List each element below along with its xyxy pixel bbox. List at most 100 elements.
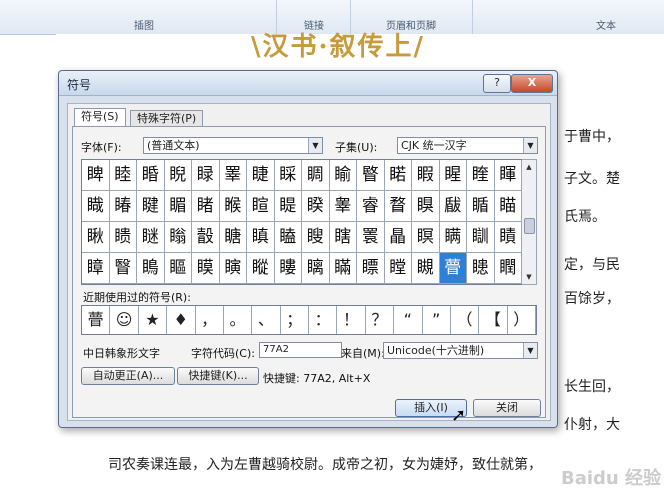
symbol-cell[interactable]: 睽 xyxy=(302,191,330,222)
symbol-cell[interactable]: 瞡 xyxy=(412,253,440,284)
symbol-cell[interactable]: 瞛 xyxy=(247,253,275,284)
recent-symbol-cell[interactable]: ？ xyxy=(366,306,395,334)
dialog-titlebar[interactable]: 符号 ? X xyxy=(59,71,557,96)
recent-symbol-cell[interactable]: ； xyxy=(281,306,309,334)
recent-symbol-cell[interactable]: ” xyxy=(423,306,451,334)
chevron-down-icon[interactable]: ▼ xyxy=(523,343,537,358)
close-button[interactable]: 关闭 xyxy=(473,399,541,417)
symbol-cell[interactable]: 睸 xyxy=(164,191,192,222)
help-button[interactable]: ? xyxy=(483,74,511,93)
symbol-cell[interactable]: 瞣 xyxy=(467,253,495,284)
tab-symbols[interactable]: 符号(S) xyxy=(74,108,126,127)
recent-symbol-cell[interactable]: “ xyxy=(394,306,423,334)
symbol-cell[interactable]: 瞈 xyxy=(164,222,192,253)
symbol-cell[interactable]: 瞊 xyxy=(219,222,247,253)
recent-symbol-cell[interactable]: 。 xyxy=(224,306,253,334)
close-icon[interactable]: X xyxy=(511,74,553,93)
symbol-cell[interactable]: 瞟 xyxy=(357,253,385,284)
symbol-cell[interactable]: 瞤 xyxy=(494,253,522,284)
symbol-cell[interactable]: 瞑 xyxy=(412,222,440,253)
recent-symbol-cell[interactable]: ！ xyxy=(337,306,366,334)
symbol-cell[interactable]: 瞌 xyxy=(274,222,302,253)
symbol-cell[interactable]: 瞒 xyxy=(439,222,467,253)
symbol-cell[interactable]: 睱 xyxy=(412,160,440,191)
scroll-up-icon[interactable]: ▲ xyxy=(522,161,536,173)
symbol-cell[interactable]: 瞏 xyxy=(357,222,385,253)
symbol-cell[interactable]: 睰 xyxy=(384,160,412,191)
scroll-thumb[interactable] xyxy=(524,218,535,234)
autocorrect-button[interactable]: 自动更正(A)... xyxy=(81,367,175,385)
symbol-cell[interactable]: 瞓 xyxy=(467,222,495,253)
symbol-cell[interactable]: 睵 xyxy=(82,191,110,222)
recent-symbol-cell[interactable]: ☺ xyxy=(110,306,139,334)
from-select[interactable]: Unicode(十六进制) ▼ xyxy=(383,342,538,359)
recent-symbol-cell[interactable]: ） xyxy=(508,306,536,334)
symbol-cell[interactable]: 睬 xyxy=(274,160,302,191)
recent-symbol-cell[interactable]: ， xyxy=(196,306,224,334)
tab-special-characters[interactable]: 特殊字符(P) xyxy=(130,110,204,127)
recent-symbol-cell[interactable]: 【 xyxy=(479,306,508,334)
symbol-cell[interactable]: 睼 xyxy=(274,191,302,222)
char-code-input[interactable]: 77A2 xyxy=(259,342,342,358)
symbol-cell[interactable]: 瞃 xyxy=(467,191,495,222)
symbol-cell[interactable]: 睩 xyxy=(192,160,220,191)
symbol-grid[interactable]: 睥睦睧睨睩睪睫睬睭睮睯睰睱睲睳睴睵睶睷睸睹睺睻睼睽睾睿瞀瞁瞂瞃瞄瞅瞆瞇瞈瞉瞊瞋瞌… xyxy=(81,159,523,285)
symbol-cell[interactable]: 睫 xyxy=(247,160,275,191)
symbol-cell[interactable]: 瞁 xyxy=(412,191,440,222)
chevron-down-icon[interactable]: ▼ xyxy=(523,138,537,153)
symbol-cell[interactable]: 瞜 xyxy=(274,253,302,284)
symbol-cell[interactable]: 瞔 xyxy=(494,222,522,253)
symbol-cell[interactable]: 睥 xyxy=(82,160,110,191)
symbol-cell[interactable]: 瞀 xyxy=(384,191,412,222)
symbol-cell[interactable]: 瞋 xyxy=(247,222,275,253)
symbol-cell[interactable]: 瞞 xyxy=(329,253,357,284)
symbol-cell[interactable]: 睿 xyxy=(357,191,385,222)
recent-symbol-cell[interactable]: 、 xyxy=(252,306,281,334)
symbol-cell[interactable]: 睲 xyxy=(439,160,467,191)
symbol-cell[interactable]: 瞝 xyxy=(302,253,330,284)
symbol-cell[interactable]: 瞄 xyxy=(494,191,522,222)
subset-select[interactable]: CJK 统一汉字 ▼ xyxy=(397,137,538,154)
symbol-cell[interactable]: 瞘 xyxy=(164,253,192,284)
symbol-cell[interactable]: 瞖 xyxy=(109,253,137,284)
symbol-cell[interactable]: 瞂 xyxy=(439,191,467,222)
recent-symbol-cell[interactable]: ★ xyxy=(139,306,168,334)
symbol-cell[interactable]: 睦 xyxy=(109,160,137,191)
symbol-cell[interactable]: 睳 xyxy=(467,160,495,191)
symbol-cell[interactable]: 瞗 xyxy=(137,253,165,284)
symbol-cell[interactable]: 睺 xyxy=(219,191,247,222)
recent-symbol-cell[interactable]: ： xyxy=(309,306,338,334)
symbol-cell[interactable]: 瞎 xyxy=(329,222,357,253)
symbol-cell[interactable]: 睾 xyxy=(329,191,357,222)
recent-symbol-cell[interactable]: ♦ xyxy=(167,306,196,334)
grid-scrollbar[interactable]: ▲ ▼ xyxy=(522,159,537,285)
recent-symbol-cell[interactable]: 瞢 xyxy=(82,306,111,334)
font-select[interactable]: (普通文本) ▼ xyxy=(143,137,323,154)
symbol-cell[interactable]: 瞚 xyxy=(219,253,247,284)
symbol-cell[interactable]: 瞇 xyxy=(137,222,165,253)
symbol-cell[interactable]: 睻 xyxy=(247,191,275,222)
symbol-cell[interactable]: 瞠 xyxy=(384,253,412,284)
shortcut-key-button[interactable]: 快捷键(K)... xyxy=(177,367,259,385)
symbol-cell[interactable]: 睭 xyxy=(302,160,330,191)
symbol-cell[interactable]: 瞢 xyxy=(439,253,467,284)
symbol-cell[interactable]: 瞆 xyxy=(109,222,137,253)
recent-symbol-cell[interactable]: （ xyxy=(451,306,480,334)
symbol-cell[interactable]: 瞙 xyxy=(192,253,220,284)
symbol-cell[interactable]: 瞐 xyxy=(384,222,412,253)
symbol-cell[interactable]: 睴 xyxy=(494,160,522,191)
symbol-cell[interactable]: 瞍 xyxy=(302,222,330,253)
symbol-cell[interactable]: 睯 xyxy=(357,160,385,191)
symbol-cell[interactable]: 睨 xyxy=(164,160,192,191)
recent-symbols[interactable]: 瞢 ☺ ★ ♦，。、；：！？ “” （【） xyxy=(81,305,537,335)
symbol-cell[interactable]: 瞕 xyxy=(82,253,110,284)
symbol-cell[interactable]: 睹 xyxy=(192,191,220,222)
symbol-cell[interactable]: 睷 xyxy=(137,191,165,222)
symbol-cell[interactable]: 睧 xyxy=(137,160,165,191)
symbol-cell[interactable]: 睶 xyxy=(109,191,137,222)
symbol-cell[interactable]: 睮 xyxy=(329,160,357,191)
scroll-down-icon[interactable]: ▼ xyxy=(522,271,536,283)
chevron-down-icon[interactable]: ▼ xyxy=(308,138,322,153)
symbol-cell[interactable]: 瞅 xyxy=(82,222,110,253)
symbol-cell[interactable]: 睪 xyxy=(219,160,247,191)
